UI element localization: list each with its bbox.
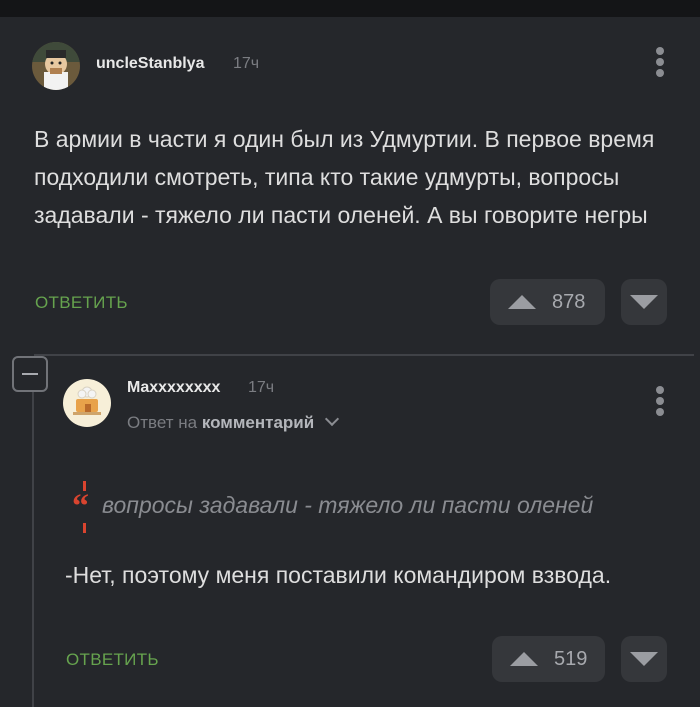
comment-time: 17ч <box>248 379 275 396</box>
quoted-text: вопросы задавали - тяжело ли пасти олене… <box>102 492 594 518</box>
rating-count: 878 <box>552 290 586 313</box>
chevron-down-icon <box>324 411 340 427</box>
comment-author[interactable]: uncleStanblya <box>96 55 204 73</box>
more-vertical-icon <box>656 47 664 55</box>
reply-to-link[interactable]: Ответ на комментарий <box>127 411 340 433</box>
more-vertical-icon <box>656 386 664 394</box>
downvote-button[interactable] <box>621 279 667 325</box>
collapse-thread-button[interactable] <box>12 356 48 392</box>
avatar[interactable] <box>32 42 80 90</box>
svg-text:“: “ <box>72 488 89 525</box>
arrow-down-icon <box>630 295 658 309</box>
thread-divider <box>34 354 694 356</box>
arrow-up-icon <box>510 652 538 666</box>
minus-icon <box>22 373 38 375</box>
comment-text: -Нет, поэтому меня поставили командиром … <box>65 562 612 588</box>
top-status-bar <box>0 0 700 17</box>
upvote-button[interactable]: 878 <box>490 279 605 325</box>
comment-text: В армии в части я один был из Удмуртии. … <box>34 126 655 228</box>
upvote-button[interactable]: 519 <box>492 636 605 682</box>
rating-count: 519 <box>554 647 588 670</box>
reply-button[interactable]: ОТВЕТИТЬ <box>66 650 159 670</box>
reply-to-target[interactable]: комментарий <box>202 413 314 432</box>
avatar[interactable] <box>63 379 111 427</box>
thread-line[interactable] <box>32 366 34 707</box>
more-options-button[interactable] <box>653 386 667 416</box>
more-options-button[interactable] <box>653 47 667 77</box>
downvote-button[interactable] <box>621 636 667 682</box>
reply-to-prefix: Ответ на <box>127 413 198 432</box>
quote-icon: “ <box>72 481 98 538</box>
arrow-down-icon <box>630 652 658 666</box>
arrow-up-icon <box>508 295 536 309</box>
comment-author[interactable]: Maxxxxxxxx <box>127 379 220 397</box>
reply-button[interactable]: ОТВЕТИТЬ <box>35 293 128 313</box>
comment-time: 17ч <box>233 55 260 72</box>
